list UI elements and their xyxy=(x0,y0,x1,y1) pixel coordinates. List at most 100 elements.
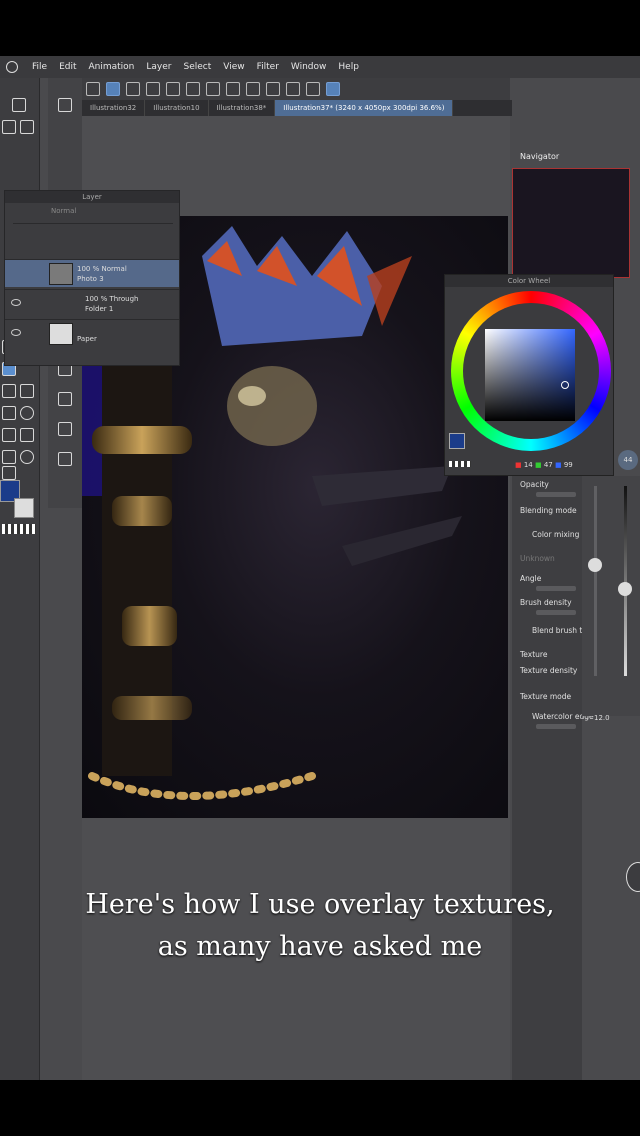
layer-mode: 100 % Normal xyxy=(77,265,127,273)
redo-icon[interactable] xyxy=(226,82,240,96)
layer-row-paper[interactable]: Paper xyxy=(5,319,179,347)
menu-help[interactable]: Help xyxy=(338,62,359,72)
opacity-vertical-track[interactable] xyxy=(594,486,597,676)
correct-line-tool-icon[interactable] xyxy=(2,466,16,480)
color-mixing-label[interactable]: Color mixing xyxy=(532,530,579,539)
angle-label: Angle xyxy=(520,574,542,583)
snap-ruler-icon[interactable] xyxy=(326,82,340,96)
hand-tool-icon[interactable] xyxy=(20,120,34,134)
figure-tool-icon[interactable] xyxy=(20,406,34,420)
undo-icon[interactable] xyxy=(206,82,220,96)
size-vertical-knob[interactable] xyxy=(618,582,632,596)
texture-mode-label[interactable]: Texture mode xyxy=(520,692,571,701)
video-caption: Here's how I use overlay textures, as ma… xyxy=(60,884,580,968)
menu-layer[interactable]: Layer xyxy=(146,62,171,72)
layer-thumbnail xyxy=(49,263,73,285)
document-tabs: Illustration32 Illustration10 Illustrati… xyxy=(82,100,512,116)
layer-panel-title: Layer xyxy=(5,191,179,203)
save-icon[interactable] xyxy=(186,82,200,96)
blue-value: 99 xyxy=(563,461,573,469)
blending-mode-label[interactable]: Blending mode xyxy=(520,506,577,515)
menu-filter[interactable]: Filter xyxy=(257,62,279,72)
color-cursor[interactable] xyxy=(561,381,569,389)
menu-select[interactable]: Select xyxy=(183,62,211,72)
layer-toolbar xyxy=(13,223,173,235)
blend-brush-tip-label[interactable]: Blend brush t xyxy=(532,626,582,635)
deselect-icon[interactable] xyxy=(286,82,300,96)
command-bar xyxy=(82,78,510,100)
watercolor-edge-value: 12.0 xyxy=(594,714,610,722)
tab-illustration32[interactable]: Illustration32 xyxy=(82,100,146,116)
layer-name: Folder 1 xyxy=(85,305,114,313)
transparent-color-swatch[interactable] xyxy=(2,524,36,534)
decoration-tool-icon[interactable] xyxy=(2,384,16,398)
layer-panel: Layer Normal 100 % Normal Photo 3 100 % … xyxy=(4,190,180,366)
active-tool-icon[interactable] xyxy=(106,82,120,96)
zoom-tool-icon[interactable] xyxy=(2,120,16,134)
menu-animation[interactable]: Animation xyxy=(89,62,135,72)
brush-size-value[interactable]: 44 xyxy=(618,450,638,470)
eye-icon[interactable] xyxy=(11,329,21,336)
menu-view[interactable]: View xyxy=(223,62,244,72)
layer-name: Paper xyxy=(77,335,97,343)
texture-label[interactable]: Texture xyxy=(520,650,547,659)
menu-icon[interactable] xyxy=(86,82,100,96)
layer-row-photo3[interactable]: 100 % Normal Photo 3 xyxy=(5,259,179,287)
eye-icon[interactable] xyxy=(11,299,21,306)
text-tool-icon[interactable] xyxy=(2,450,16,464)
navigator-preview[interactable] xyxy=(512,168,630,278)
eraser-tool-icon[interactable] xyxy=(20,384,34,398)
angle-slider[interactable] xyxy=(536,586,576,591)
navigator-title: Navigator xyxy=(520,152,560,161)
layer-mode: 100 % Through xyxy=(85,295,139,303)
pen-tool-icon[interactable] xyxy=(12,98,26,112)
sub-tool-5-icon[interactable] xyxy=(58,452,72,466)
tab-illustration10[interactable]: Illustration10 xyxy=(145,100,209,116)
layer-row-folder1[interactable]: 100 % Through Folder 1 xyxy=(5,289,179,317)
sub-color-swatch[interactable] xyxy=(14,498,34,518)
red-value: 14 xyxy=(523,461,533,469)
blend-mode-select[interactable]: Normal xyxy=(51,207,76,215)
tab-illustration38[interactable]: Illustration38* xyxy=(209,100,276,116)
watercolor-edge-slider[interactable] xyxy=(536,724,576,729)
fill-tool-icon[interactable] xyxy=(2,406,16,420)
rgb-readout: ■ 14 ■ 47 ■ 99 xyxy=(515,461,573,469)
caption-line-1: Here's how I use overlay textures, xyxy=(85,889,555,920)
brush-density-slider[interactable] xyxy=(536,610,576,615)
opacity-slider[interactable] xyxy=(536,492,576,497)
transparent-chip[interactable] xyxy=(449,461,471,467)
saturation-value-square[interactable] xyxy=(485,329,575,421)
opacity-vertical-knob[interactable] xyxy=(588,558,602,572)
layer-name: Photo 3 xyxy=(77,275,104,283)
snap-icon[interactable] xyxy=(306,82,320,96)
main-color-chip[interactable] xyxy=(449,433,465,449)
menu-bar: File Edit Animation Layer Select View Fi… xyxy=(0,56,640,78)
brush-size-sliders: 44 12.0 xyxy=(582,450,640,722)
menu-edit[interactable]: Edit xyxy=(59,62,76,72)
balloon-tool-icon[interactable] xyxy=(20,450,34,464)
sub-tool-4-icon[interactable] xyxy=(58,422,72,436)
menu-file[interactable]: File xyxy=(32,62,47,72)
collapse-panel-button[interactable] xyxy=(626,862,640,892)
app-logo-icon[interactable] xyxy=(6,61,18,73)
sub-tool-3-icon[interactable] xyxy=(58,392,72,406)
clip-studio-icon[interactable] xyxy=(126,82,140,96)
open-file-icon[interactable] xyxy=(166,82,180,96)
texture-density-label: Texture density xyxy=(520,666,578,675)
transform-icon[interactable] xyxy=(266,82,280,96)
top-black-band xyxy=(0,0,640,56)
brush-density-label: Brush density xyxy=(520,598,572,607)
clear-icon[interactable] xyxy=(246,82,260,96)
tab-illustration37[interactable]: Illustration37* (3240 x 4050px 300dpi 36… xyxy=(275,100,454,116)
size-vertical-track[interactable] xyxy=(624,486,627,676)
opacity-label: Opacity xyxy=(520,480,549,489)
new-file-icon[interactable] xyxy=(146,82,160,96)
sub-tool-pen-icon[interactable] xyxy=(58,98,72,112)
ruler-tool-icon[interactable] xyxy=(20,428,34,442)
color-wheel-panel: Color Wheel ■ 14 ■ 47 ■ 99 xyxy=(444,274,614,476)
frame-tool-icon[interactable] xyxy=(2,428,16,442)
color-wheel-title: Color Wheel xyxy=(445,275,613,287)
tool-property-panel: Opacity Blending mode Color mixing Unkno… xyxy=(512,476,594,1080)
menu-window[interactable]: Window xyxy=(291,62,327,72)
caption-line-2: as many have asked me xyxy=(157,931,483,962)
